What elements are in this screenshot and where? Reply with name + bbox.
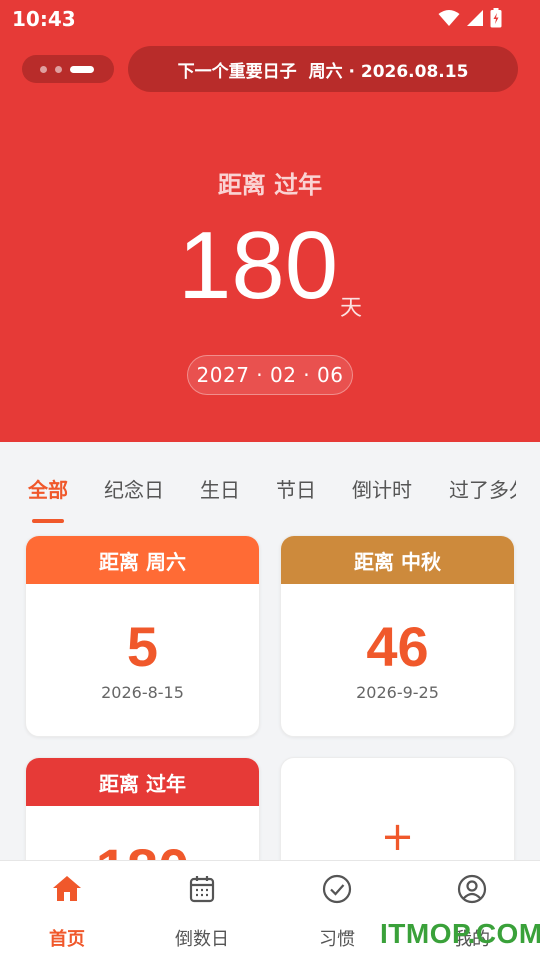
nav-countdown[interactable]: 倒数日 [152,873,252,951]
event-card-saturday[interactable]: 距离 周六 5 2026-8-15 [25,535,260,737]
watermark: ITMOP.COM [380,918,540,949]
hero-title: 距离 过年 [217,171,323,199]
next-day-label: 下一个重要日子 [177,61,297,82]
status-bar: 10:43 [0,0,540,36]
user-icon [457,874,487,904]
menu-dot-icon [55,65,62,73]
hero-target-date[interactable]: 2027 · 02 · 06 [187,355,353,395]
card-date: 2026-8-15 [101,683,184,702]
hero-section: 10:43 下一个重要日子 周六 · 2026.08.15 距离 过年 180 … [0,0,540,442]
home-icon [53,876,81,901]
menu-bar-icon [70,65,94,73]
tab-all[interactable]: 全部 [28,474,68,503]
hero-days-count: 180 [178,212,339,319]
check-circle-icon [322,874,352,904]
event-card-mid-autumn[interactable]: 距离 中秋 46 2026-9-25 [280,535,515,737]
more-menu-button[interactable] [22,55,114,83]
card-days-count: 5 [126,615,159,678]
signal-icon [467,10,483,26]
next-important-day-banner[interactable]: 下一个重要日子 周六 · 2026.08.15 [128,46,518,92]
next-day-date: 周六 · 2026.08.15 [308,61,469,82]
card-date: 2026-9-25 [356,683,439,702]
card-title: 距离 周六 [26,536,259,584]
nav-habits[interactable]: 习惯 [287,873,387,951]
card-title: 距离 中秋 [281,536,514,584]
tab-elapsed[interactable]: 过了多久 [449,474,516,503]
menu-dot-icon [40,65,47,73]
tab-indicator [32,519,64,523]
nav-home-label: 首页 [49,929,85,950]
calendar-icon [189,876,215,903]
card-title: 距离 过年 [26,758,259,806]
tab-holiday[interactable]: 节日 [276,474,316,503]
wifi-icon [438,10,460,26]
category-tabs: 全部 纪念日 生日 节日 倒计时 过了多久 [0,442,540,523]
hero-days-unit: 天 [340,296,363,321]
tab-birthday[interactable]: 生日 [200,474,240,503]
nav-countdown-label: 倒数日 [175,929,229,950]
card-days-count: 46 [366,615,429,678]
nav-habits-label: 习惯 [319,929,355,950]
status-time: 10:43 [12,7,76,31]
nav-home[interactable]: 首页 [17,873,117,951]
battery-charging-icon [490,8,502,28]
status-icons [438,8,502,28]
tab-countdown[interactable]: 倒计时 [352,474,412,503]
tabs-scroll[interactable]: 全部 纪念日 生日 节日 倒计时 过了多久 [0,442,516,522]
plus-icon: + [380,814,415,860]
tab-anniversary[interactable]: 纪念日 [104,474,164,503]
